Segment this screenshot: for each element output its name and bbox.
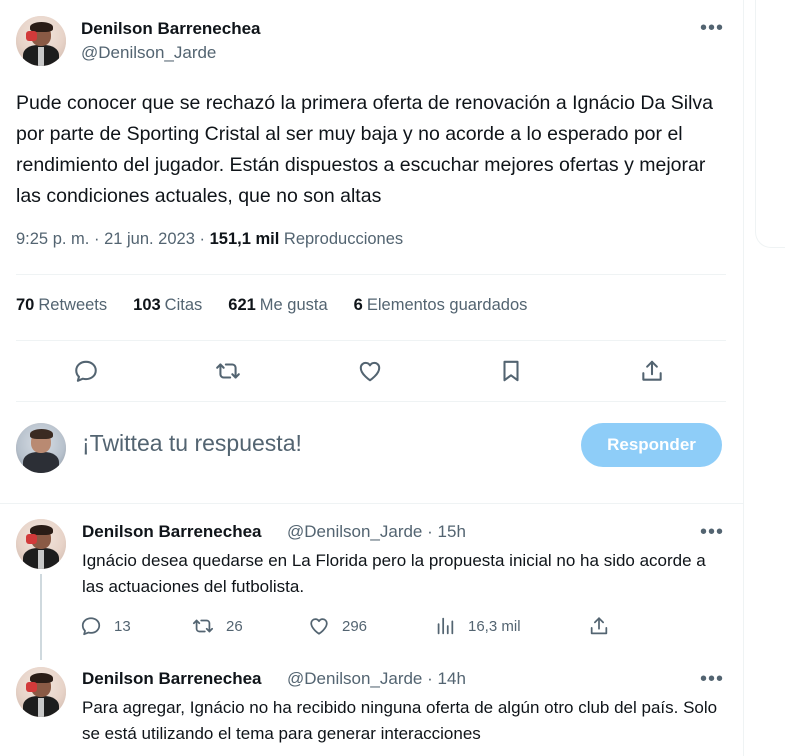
reply-count: 13 bbox=[114, 617, 131, 635]
reply-time[interactable]: 15h bbox=[438, 522, 466, 541]
likes-count: 621 bbox=[228, 296, 256, 314]
reply-author-avatar[interactable] bbox=[16, 667, 66, 717]
retweets-count: 70 bbox=[16, 296, 35, 314]
author-handle[interactable]: @Denilson_Jarde bbox=[81, 43, 216, 63]
likes-label: Me gusta bbox=[259, 296, 328, 314]
more-options-icon[interactable]: ••• bbox=[697, 18, 727, 38]
author-avatar[interactable] bbox=[16, 16, 66, 66]
reply-icon bbox=[81, 617, 101, 636]
reply-submit-button[interactable]: Responder bbox=[581, 423, 722, 467]
share-button[interactable] bbox=[632, 351, 672, 391]
header-separator: · bbox=[427, 522, 433, 541]
retweet-button[interactable] bbox=[208, 351, 248, 391]
sidebar-card-edge bbox=[755, 0, 785, 248]
retweet-icon bbox=[192, 619, 214, 633]
tweet-stats: 70 Retweets 103 Citas 621 Me gusta 6 Element… bbox=[16, 296, 553, 315]
header-separator: · bbox=[427, 669, 433, 688]
bookmarks-label: Elementos guardados bbox=[366, 296, 528, 314]
like-icon bbox=[310, 618, 328, 635]
author-name[interactable]: Denilson Barrenechea bbox=[81, 19, 261, 39]
bookmark-icon bbox=[503, 360, 519, 382]
stat-quotes[interactable]: 103 Citas bbox=[133, 296, 202, 315]
stat-bookmarks[interactable]: 6 Elementos guardados bbox=[354, 296, 528, 315]
bookmarks-count: 6 bbox=[353, 296, 363, 314]
divider bbox=[0, 503, 744, 504]
reply-actions: 13 26 296 16,3 mil bbox=[76, 612, 636, 640]
tweet-time[interactable]: 9:25 p. m. bbox=[16, 230, 89, 248]
user-avatar[interactable] bbox=[16, 423, 66, 473]
reply-author-name[interactable]: Denilson Barrenechea bbox=[82, 522, 262, 542]
more-options-icon[interactable]: ••• bbox=[697, 669, 727, 689]
reply-button[interactable] bbox=[66, 351, 106, 391]
quotes-label: Citas bbox=[164, 296, 203, 314]
retweet-count: 26 bbox=[226, 617, 243, 635]
reply-share-button[interactable] bbox=[588, 612, 622, 640]
like-count: 296 bbox=[342, 617, 368, 635]
reply-author-avatar[interactable] bbox=[16, 519, 66, 569]
reply-like-button[interactable]: 296 bbox=[308, 612, 367, 640]
tweet-text: Pude conocer que se rechazó la primera o… bbox=[16, 92, 713, 207]
reply-text: Ignácio desea quedarse en La Florida per… bbox=[82, 551, 706, 596]
reply-author-handle[interactable]: @Denilson_Jarde bbox=[287, 522, 422, 541]
reply-text: Para agregar, Ignácio no ha recibido nin… bbox=[82, 698, 718, 743]
reply-author-handle[interactable]: @Denilson_Jarde bbox=[287, 669, 422, 688]
divider bbox=[16, 340, 726, 341]
analytics-icon bbox=[437, 617, 454, 635]
retweets-label: Retweets bbox=[38, 296, 108, 314]
like-button[interactable] bbox=[350, 351, 390, 391]
reply-icon bbox=[75, 360, 97, 382]
share-icon bbox=[590, 617, 608, 635]
quotes-count: 103 bbox=[133, 296, 161, 314]
divider bbox=[16, 274, 726, 275]
tweet-meta: 9:25 p. m. · 21 jun. 2023 · 151,1 mil Re… bbox=[16, 230, 403, 249]
stat-retweets[interactable]: 70 Retweets bbox=[16, 296, 107, 315]
views-count: 16,3 mil bbox=[468, 617, 521, 635]
meta-separator: · bbox=[93, 230, 100, 248]
tweet-detail-column: Denilson Barrenechea @Denilson_Jarde •••… bbox=[0, 0, 744, 756]
meta-separator: · bbox=[199, 230, 206, 248]
like-icon bbox=[359, 361, 381, 382]
stat-likes[interactable]: 621 Me gusta bbox=[228, 296, 327, 315]
thread-connector bbox=[40, 574, 42, 660]
reply-retweet-button[interactable]: 26 bbox=[192, 612, 243, 640]
views-count: 151,1 mil bbox=[209, 230, 280, 248]
reply-header-meta: @Denilson_Jarde · 15h bbox=[287, 522, 466, 542]
reply-reply-button[interactable]: 13 bbox=[80, 612, 131, 640]
tweet-actions bbox=[16, 351, 728, 391]
reply-views-button[interactable]: 16,3 mil bbox=[434, 612, 521, 640]
reply-header-meta: @Denilson_Jarde · 14h bbox=[287, 669, 466, 689]
more-options-icon[interactable]: ••• bbox=[697, 522, 727, 542]
bookmark-button[interactable] bbox=[491, 351, 531, 391]
reply-author-name[interactable]: Denilson Barrenechea bbox=[82, 669, 262, 689]
reply-time[interactable]: 14h bbox=[438, 669, 466, 688]
views-label: Reproducciones bbox=[283, 230, 404, 248]
retweet-icon bbox=[216, 363, 240, 379]
tweet-date[interactable]: 21 jun. 2023 bbox=[104, 230, 195, 248]
reply-input[interactable]: ¡Twittea tu respuesta! bbox=[82, 430, 302, 457]
share-icon bbox=[642, 360, 662, 381]
divider bbox=[16, 401, 726, 402]
